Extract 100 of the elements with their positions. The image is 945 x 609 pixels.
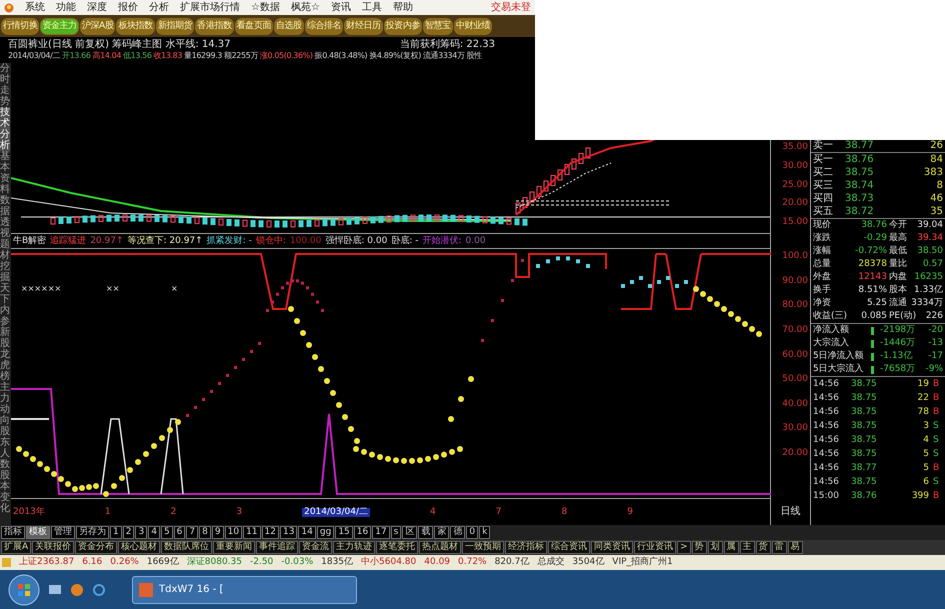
toolbar-tab[interactable]: 香港指数 [195, 18, 234, 34]
bottom-tab[interactable]: 7 [186, 526, 198, 539]
toolbar-tab[interactable]: 中财业绩 [454, 18, 492, 34]
side-tab[interactable]: 数据透视 [0, 195, 10, 239]
toolbar-tab[interactable]: 看盘页面 [234, 18, 273, 34]
function-tab[interactable]: 主力轨迹 [333, 541, 376, 554]
taskbar-app-button[interactable]: TdxW7 16 - [ [132, 576, 357, 604]
toolbar-tab[interactable]: 沪深A股 [80, 18, 116, 34]
function-tab[interactable]: 逐笔委托 [376, 541, 418, 554]
function-tab[interactable]: 资金分布 [75, 541, 118, 554]
bottom-tab[interactable]: 12 [262, 526, 279, 539]
status-text: 深证8080.35 [186, 558, 242, 567]
toolbar-tab[interactable]: 新指期货 [156, 18, 194, 34]
bottom-tab[interactable]: 16 [354, 526, 372, 539]
function-tab[interactable]: 关联报价 [32, 541, 74, 554]
menu-item[interactable]: 工具 [362, 2, 382, 12]
bottom-tab[interactable]: 1 [110, 526, 122, 539]
bottom-tab[interactable]: 11 [243, 526, 261, 539]
bottom-tab[interactable]: 德 [450, 526, 466, 539]
bottom-tab[interactable]: gg [316, 526, 334, 539]
menu-item[interactable]: 系统 [25, 2, 45, 12]
function-tab[interactable]: 资金流 [299, 541, 332, 554]
desktop-icon[interactable] [48, 582, 62, 596]
menu-item[interactable]: 功能 [56, 2, 76, 12]
menu-item[interactable]: 帮助 [392, 2, 413, 12]
bottom-tab[interactable]: 模板 [26, 526, 50, 539]
bottom-tab[interactable]: 13 [280, 526, 298, 539]
start-orb-icon[interactable] [8, 574, 40, 606]
trade-status[interactable]: 交易未登 [491, 2, 531, 12]
period-label[interactable]: 日线 [780, 506, 800, 516]
side-tab[interactable]: 分时走势 [0, 63, 10, 107]
function-tab[interactable]: 扩展A [1, 541, 32, 554]
side-tab[interactable]: 天下内参 [0, 283, 10, 327]
bottom-tab[interactable]: 3 [135, 526, 148, 539]
function-tab[interactable]: 经济指标 [505, 541, 548, 554]
bottom-tab[interactable]: k [479, 526, 490, 539]
bottom-tab[interactable]: 17 [372, 526, 390, 539]
bottom-tab[interactable]: 另存为 [76, 526, 109, 539]
toolbar-tab[interactable]: 智慧宝 [423, 18, 453, 34]
bottom-tab[interactable]: 2 [122, 526, 134, 539]
menu-item[interactable]: 扩展市场行情 [180, 2, 240, 12]
function-tab[interactable]: 主 [740, 541, 755, 554]
bottom-tab[interactable]: 10 [224, 526, 242, 539]
function-tab[interactable]: 一致预期 [462, 541, 504, 554]
function-tab[interactable]: 热点题材 [419, 541, 462, 554]
bottom-tab[interactable]: s [390, 526, 402, 539]
side-tab[interactable]: 股东人数 [0, 426, 10, 470]
function-tab[interactable]: 综合资讯 [548, 541, 590, 554]
side-tab[interactable]: 新股 [0, 327, 10, 349]
bottom-tab[interactable]: 15 [335, 526, 353, 539]
menu-item[interactable]: ☆数据 [251, 2, 280, 12]
function-tab[interactable]: 事件追踪 [256, 541, 298, 554]
toolbar-tab[interactable]: 财经日历 [344, 18, 383, 34]
side-tab[interactable]: 龙虎榜 [0, 349, 10, 382]
function-tab[interactable]: 货 [756, 541, 771, 554]
function-tab[interactable]: 划 [708, 541, 723, 554]
menu-item[interactable]: 深度 [87, 2, 107, 12]
side-tab[interactable]: 基本资料 [0, 151, 10, 195]
bottom-tab[interactable]: 5 [160, 526, 173, 539]
function-tab[interactable]: 雷 [772, 541, 787, 554]
function-tab[interactable]: 行业资讯 [634, 541, 676, 554]
status-text: 1669亿 [146, 558, 179, 567]
function-tab[interactable]: 重要新闻 [213, 541, 256, 554]
axis-label: 15.00 [782, 218, 808, 227]
side-tab[interactable]: 股本变化 [0, 470, 10, 514]
bottom-tab[interactable]: 0 [466, 526, 478, 539]
bottom-tab[interactable]: 载 [418, 526, 434, 539]
bottom-tab[interactable]: 9 [212, 526, 224, 539]
toolbar-tab[interactable]: 综合排名 [304, 18, 344, 34]
function-tab[interactable]: 同类资讯 [591, 541, 634, 554]
toolbar-tab[interactable]: 自选股 [274, 18, 304, 34]
bottom-tab[interactable]: 管理 [51, 526, 75, 539]
menu-item[interactable]: 资讯 [330, 2, 351, 12]
bottom-tab[interactable]: 8 [199, 526, 211, 539]
side-tab[interactable]: 主力动向 [0, 382, 10, 426]
toolbar-tab[interactable]: 行情切换 [1, 18, 40, 34]
menu-item[interactable]: 报价 [118, 2, 138, 12]
bottom-tab[interactable]: 区 [402, 526, 418, 539]
toolbar-tab[interactable]: 板块指数 [116, 18, 155, 34]
side-tab[interactable]: 技术分析 [0, 107, 10, 151]
x-axis-label: 7 [496, 508, 502, 516]
flow-value: -1.13亿 [880, 352, 912, 361]
bottom-tab[interactable]: 4 [148, 526, 160, 539]
browser-icon[interactable] [70, 582, 84, 596]
quote-label: 流通 [889, 299, 907, 308]
bottom-tab[interactable]: 指标 [1, 526, 25, 539]
function-tab[interactable]: 核心题材 [118, 541, 160, 554]
toolbar-tab[interactable]: 投资内参 [384, 18, 422, 34]
function-tab[interactable]: 数据队席位 [161, 541, 212, 554]
quote-label: 涨幅 [813, 247, 831, 256]
function-tab[interactable]: > [677, 541, 691, 554]
bottom-tab[interactable]: 6 [174, 526, 186, 539]
menu-item[interactable]: 枫苑☆ [290, 2, 320, 12]
bottom-tab[interactable]: 14 [298, 526, 316, 539]
bottom-tab[interactable]: 家 [434, 526, 450, 539]
function-tab[interactable]: 易 [788, 541, 803, 554]
function-tab[interactable]: 势 [692, 541, 707, 554]
function-tab[interactable]: 属 [724, 541, 739, 554]
side-tab[interactable]: 题材挖掘 [0, 239, 10, 283]
menu-item[interactable]: 分析 [149, 2, 169, 12]
